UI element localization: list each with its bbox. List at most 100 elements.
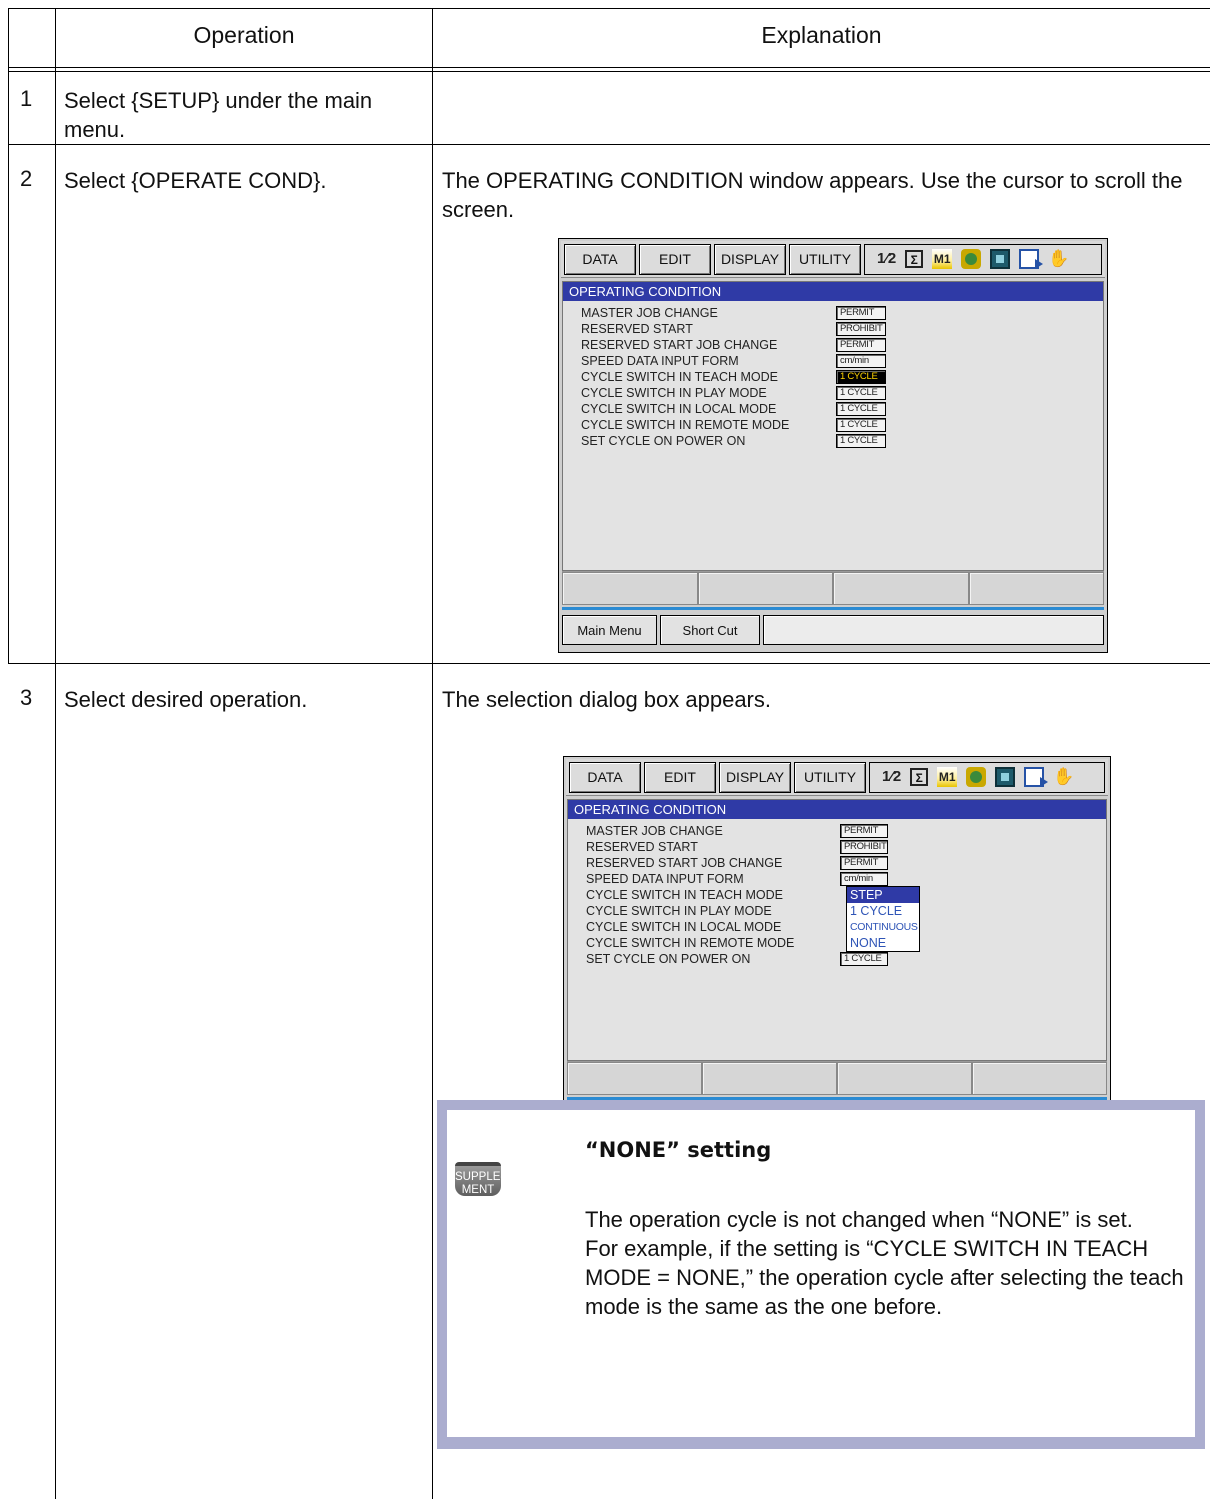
display-icon (995, 767, 1016, 787)
condition-value[interactable]: cm/min (840, 872, 888, 886)
operating-condition-window: OPERATING CONDITION MASTER JOB CHANGE PE… (562, 281, 1104, 571)
condition-label: MASTER JOB CHANGE (581, 306, 718, 320)
function-key-row (567, 1061, 1107, 1095)
function-key-4[interactable] (968, 572, 1104, 605)
condition-label: SET CYCLE ON POWER ON (581, 434, 746, 448)
condition-label: CYCLE SWITCH IN REMOTE MODE (581, 418, 790, 432)
dropdown-option-none[interactable]: NONE (847, 935, 919, 951)
sigma-icon: Σ (910, 768, 929, 786)
message-area (763, 615, 1104, 645)
condition-label: RESERVED START JOB CHANGE (586, 856, 783, 870)
teach-mode-icon: M1 (932, 249, 953, 269)
menu-utility-button[interactable]: UTILITY (789, 243, 861, 275)
row-rule-2 (8, 663, 1210, 664)
exit-icon[interactable] (1024, 767, 1049, 787)
step-1-operation: Select {SETUP} under the main menu. (64, 88, 373, 142)
condition-label: SPEED DATA INPUT FORM (581, 354, 739, 368)
function-key-2[interactable] (697, 572, 833, 605)
condition-value[interactable]: 1 CYCLE (836, 418, 886, 432)
condition-label: SET CYCLE ON POWER ON (586, 952, 751, 966)
divider-line (562, 607, 1104, 610)
window-title: OPERATING CONDITION (563, 282, 1103, 301)
condition-value[interactable]: 1 CYCLE (840, 952, 888, 966)
bottom-bar: Main Menu Short Cut (562, 613, 1104, 647)
column-rule-left (8, 8, 9, 664)
menu-data-button[interactable]: DATA (569, 761, 641, 793)
condition-label: CYCLE SWITCH IN PLAY MODE (586, 904, 772, 918)
step-1-number: 1 (20, 86, 33, 111)
condition-label: CYCLE SWITCH IN TEACH MODE (581, 370, 779, 384)
condition-label: CYCLE SWITCH IN TEACH MODE (586, 888, 784, 902)
condition-label: RESERVED START JOB CHANGE (581, 338, 778, 352)
top-menu-bar: DATA EDIT DISPLAY UTILITY 1⁄2 Σ M1 ✋ (561, 241, 1105, 278)
supplement-box: SUPPLE- MENT “NONE” setting The operatio… (437, 1100, 1205, 1449)
condition-value[interactable]: PERMIT (836, 338, 886, 352)
menu-data-button[interactable]: DATA (564, 243, 636, 275)
teach-mode-icon: M1 (937, 767, 958, 787)
menu-edit-button[interactable]: EDIT (644, 761, 716, 793)
hand-icon: ✋ (1048, 249, 1070, 268)
short-cut-button[interactable]: Short Cut (660, 615, 760, 645)
condition-label: CYCLE SWITCH IN REMOTE MODE (586, 936, 795, 950)
supplement-content: SUPPLE- MENT “NONE” setting The operatio… (447, 1110, 1195, 1437)
header-operation: Operation (193, 22, 295, 48)
supplement-title: “NONE” setting (585, 1138, 772, 1162)
condition-value[interactable]: cm/min (836, 354, 886, 368)
function-key-1[interactable] (562, 572, 698, 605)
step-3-explanation: The selection dialog box appears. (442, 687, 771, 712)
condition-value[interactable]: PERMIT (836, 306, 886, 320)
condition-value[interactable]: PROHIBIT (840, 840, 888, 854)
condition-value[interactable]: 1 CYCLE (836, 434, 886, 448)
supplement-icon: SUPPLE- MENT (455, 1162, 505, 1196)
pendant-screen-operating-condition: DATA EDIT DISPLAY UTILITY 1⁄2 Σ M1 ✋ OPE… (558, 238, 1108, 653)
step-2-operation: Select {OPERATE COND}. (64, 168, 327, 193)
main-menu-button[interactable]: Main Menu (562, 615, 657, 645)
window-title: OPERATING CONDITION (568, 800, 1106, 819)
condition-value[interactable]: 1 CYCLE (836, 402, 886, 416)
status-icon-bar: 1⁄2 Σ M1 ✋ (869, 761, 1105, 793)
function-key-3[interactable] (837, 1062, 972, 1095)
function-key-row (562, 571, 1104, 605)
column-rule-number (55, 8, 56, 1499)
menu-edit-button[interactable]: EDIT (639, 243, 711, 275)
exit-icon[interactable] (1019, 249, 1044, 269)
dropdown-option-step[interactable]: STEP (847, 887, 919, 903)
supplement-icon-label: SUPPLE- MENT (455, 1171, 505, 1196)
function-key-3[interactable] (833, 572, 969, 605)
row-rule-1 (8, 144, 1210, 145)
sigma-icon: Σ (905, 250, 924, 268)
condition-label: CYCLE SWITCH IN PLAY MODE (581, 386, 767, 400)
condition-value[interactable]: PROHIBIT (836, 322, 886, 336)
condition-value-selected[interactable]: 1 CYCLE (836, 370, 886, 384)
supplement-text: The operation cycle is not changed when … (585, 1207, 1184, 1319)
cycle-selection-dropdown[interactable]: STEP 1 CYCLE CONTINUOUS NONE (846, 886, 920, 952)
condition-value[interactable]: PERMIT (840, 856, 888, 870)
condition-label: RESERVED START (586, 840, 698, 854)
menu-display-button[interactable]: DISPLAY (714, 243, 786, 275)
operating-condition-window: OPERATING CONDITION MASTER JOB CHANGE PE… (567, 799, 1107, 1061)
header-double-rule (8, 67, 1210, 72)
menu-utility-button[interactable]: UTILITY (794, 761, 866, 793)
table-top-rule (8, 8, 1210, 9)
mode-number-icon: 1⁄2 (877, 250, 897, 267)
dropdown-option-1-cycle[interactable]: 1 CYCLE (847, 903, 919, 919)
function-key-2[interactable] (702, 1062, 837, 1095)
dropdown-option-continuous[interactable]: CONTINUOUS (847, 919, 919, 935)
function-key-4[interactable] (972, 1062, 1107, 1095)
step-3-number: 3 (20, 685, 33, 710)
condition-label: MASTER JOB CHANGE (586, 824, 723, 838)
mode-number-icon: 1⁄2 (882, 768, 902, 785)
condition-value[interactable]: 1 CYCLE (836, 386, 886, 400)
robot-icon (966, 767, 987, 787)
display-icon (990, 249, 1011, 269)
status-icon-bar: 1⁄2 Σ M1 ✋ (864, 243, 1102, 275)
condition-label: CYCLE SWITCH IN LOCAL MODE (581, 402, 777, 416)
function-key-1[interactable] (567, 1062, 702, 1095)
menu-display-button[interactable]: DISPLAY (719, 761, 791, 793)
condition-label: CYCLE SWITCH IN LOCAL MODE (586, 920, 782, 934)
condition-value[interactable]: PERMIT (840, 824, 888, 838)
step-3-operation: Select desired operation. (64, 687, 308, 712)
step-2-number: 2 (20, 166, 33, 191)
top-menu-bar: DATA EDIT DISPLAY UTILITY 1⁄2 Σ M1 ✋ (566, 759, 1108, 796)
condition-label: RESERVED START (581, 322, 693, 336)
